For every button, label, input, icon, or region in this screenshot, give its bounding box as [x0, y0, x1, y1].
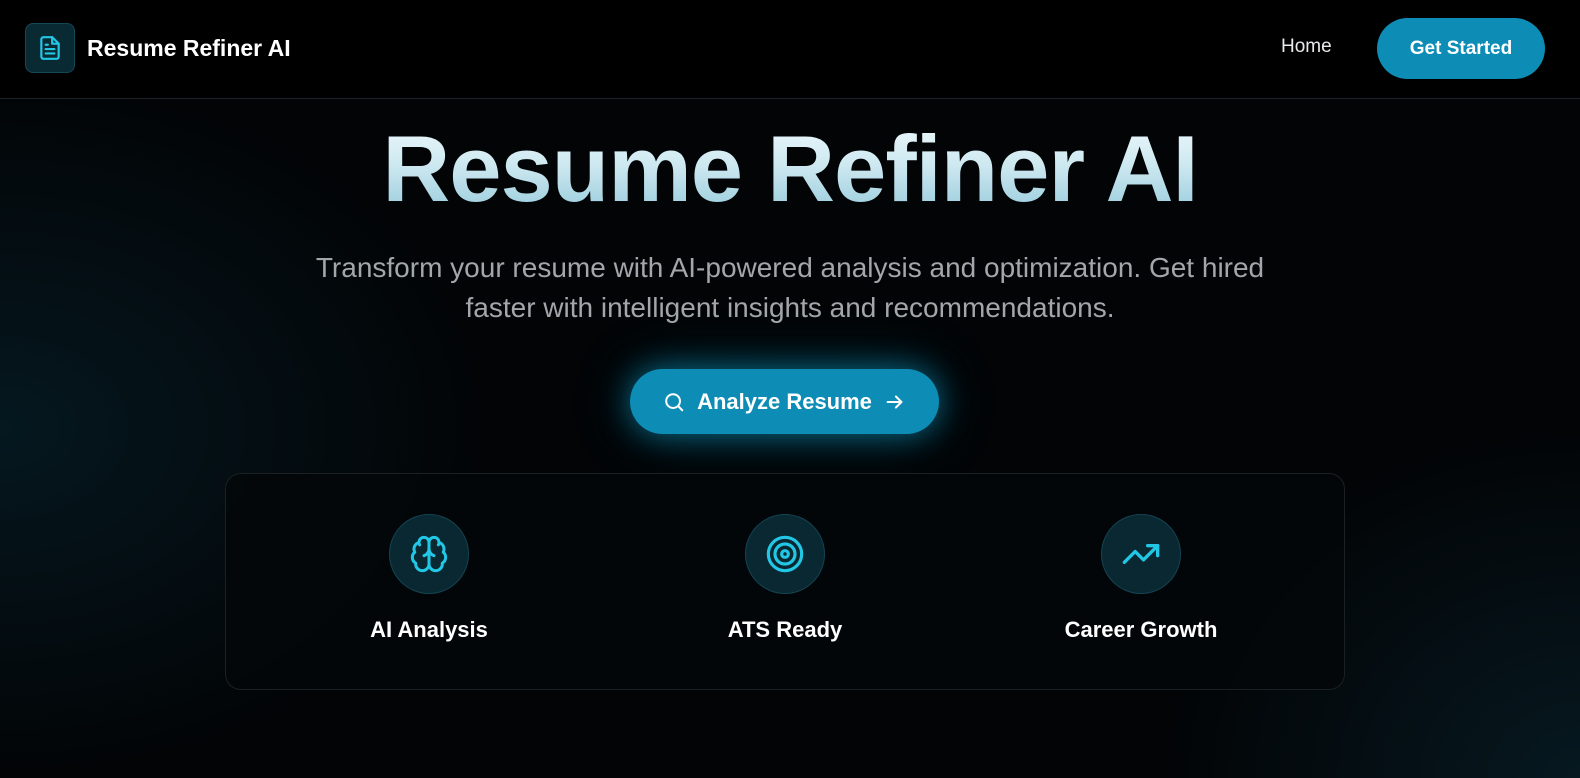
search-icon — [663, 391, 685, 413]
nav-home-link[interactable]: Home — [1281, 36, 1332, 58]
feature-career-growth: Career Growth — [991, 514, 1291, 643]
feature-ats-ready: ATS Ready — [635, 514, 935, 643]
feature-ai-analysis: AI Analysis — [279, 514, 579, 643]
analyze-resume-label: Analyze Resume — [697, 388, 872, 414]
brand-name: Resume Refiner AI — [87, 34, 291, 61]
brand[interactable]: Resume Refiner AI — [25, 23, 291, 73]
feature-label: AI Analysis — [370, 617, 488, 642]
top-navbar: Resume Refiner AI Home Get Started — [0, 0, 1580, 99]
trending-up-icon — [1101, 514, 1181, 594]
landing-page: Resume Refiner AI Home Get Started Resum… — [0, 0, 1580, 778]
hero-subtitle: Transform your resume with AI-powered an… — [315, 252, 1265, 323]
arrow-right-icon — [884, 391, 906, 413]
brain-icon — [389, 514, 469, 594]
features-panel: AI Analysis ATS Ready Career Growth — [225, 473, 1345, 690]
feature-label: Career Growth — [1064, 617, 1218, 642]
hero-title: Resume Refiner AI — [0, 114, 1580, 224]
file-text-icon — [25, 23, 75, 73]
get-started-button[interactable]: Get Started — [1377, 18, 1545, 79]
feature-label: ATS Ready — [727, 617, 843, 642]
analyze-resume-button[interactable]: Analyze Resume — [630, 369, 939, 434]
target-icon — [745, 514, 825, 594]
